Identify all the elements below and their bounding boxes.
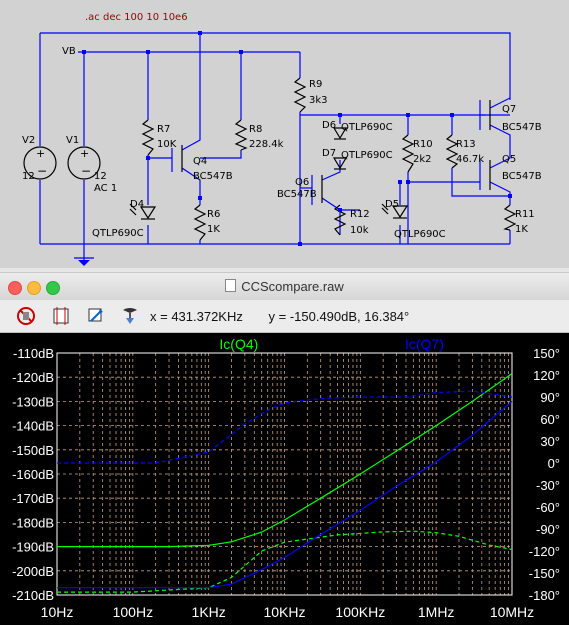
r8-value: 228.4k bbox=[249, 139, 284, 150]
schematic-symbols: + − + − bbox=[23, 31, 517, 246]
waveform-plot[interactable]: 10Hz 100Hz 1KHz 10KHz 100KHz 1MHz 10MHz -110dB -… bbox=[0, 333, 569, 625]
x-tick-label: 100KHz bbox=[335, 604, 385, 620]
y-left-tick-label: -150dB bbox=[12, 443, 54, 458]
y-left-tick-label: -210dB bbox=[12, 588, 54, 603]
v1-name: V1 bbox=[66, 135, 80, 146]
d4-name: D4 bbox=[130, 199, 145, 210]
r11-name: R11 bbox=[515, 209, 535, 220]
q4-name: Q4 bbox=[193, 156, 208, 167]
document-icon bbox=[225, 279, 237, 292]
r12-name: R12 bbox=[350, 209, 370, 220]
window-titlebar[interactable]: CCScompare.raw bbox=[0, 272, 569, 300]
d6-name: D6 bbox=[322, 120, 337, 131]
y-left-tick-label: -110dB bbox=[13, 346, 54, 361]
x-tick-label: 10Hz bbox=[41, 604, 74, 620]
y-left-tick-label: -140dB bbox=[12, 419, 54, 434]
legend-entry: Ic(Q4) bbox=[219, 336, 258, 352]
y-left-tick-label: -190dB bbox=[12, 540, 54, 555]
x-tick-label: 1MHz bbox=[418, 604, 455, 620]
q4-value: BC547B bbox=[193, 171, 233, 182]
resistor-r10[interactable] bbox=[401, 134, 415, 173]
d5-name: D5 bbox=[385, 199, 400, 210]
svg-text:−: − bbox=[81, 164, 91, 178]
q5-name: Q5 bbox=[502, 154, 517, 165]
y-right-tick-label: 150° bbox=[533, 346, 560, 361]
y-right-tick-label: -150° bbox=[529, 566, 560, 581]
r9-name: R9 bbox=[309, 79, 323, 90]
d5-value: QTLP690C bbox=[394, 229, 446, 240]
resistor-r7[interactable] bbox=[141, 119, 155, 156]
net-label-vb[interactable]: VB bbox=[62, 46, 76, 57]
zoom-icon[interactable] bbox=[86, 306, 106, 326]
d6-value: QTLP690C bbox=[341, 122, 393, 133]
bode-chart[interactable]: 10Hz 100Hz 1KHz 10KHz 100KHz 1MHz 10MHz -110dB -… bbox=[0, 333, 569, 625]
y-right-tick-label: 0° bbox=[548, 456, 560, 471]
r10-value: 2k2 bbox=[413, 154, 432, 165]
cursor-readout: x = 431.372KHz y = -150.490dB, 16.384° bbox=[150, 309, 431, 324]
v1-value: 12 bbox=[94, 171, 107, 182]
x-tick-label: 1KHz bbox=[192, 604, 226, 620]
r13-name: R13 bbox=[456, 139, 476, 150]
resistor-r9[interactable] bbox=[293, 77, 307, 113]
d7-name: D7 bbox=[322, 148, 337, 159]
v1-ac-value: AC 1 bbox=[94, 183, 118, 194]
y-right-tick-label: 60° bbox=[540, 412, 560, 427]
x-readout: x = 431.372KHz bbox=[150, 309, 243, 324]
r9-value: 3k3 bbox=[309, 95, 328, 106]
q7-name: Q7 bbox=[502, 104, 517, 115]
r11-value: 1K bbox=[515, 224, 528, 235]
series-magnitude-0 bbox=[57, 373, 513, 548]
y-right-tick-label: -120° bbox=[529, 544, 560, 559]
d7-value: QTLP690C bbox=[341, 150, 393, 161]
window-title: CCScompare.raw bbox=[0, 279, 569, 294]
r6-value: 1K bbox=[207, 224, 220, 235]
y-right-tick-label: -90° bbox=[536, 522, 560, 537]
q5-value: BC547B bbox=[502, 171, 542, 182]
x-tick-label: 10KHz bbox=[263, 604, 305, 620]
r8-name: R8 bbox=[249, 124, 263, 135]
legend-entry: Ic(Q7) bbox=[405, 336, 444, 352]
no-cursor-icon[interactable] bbox=[16, 306, 36, 326]
r7-name: R7 bbox=[157, 124, 171, 135]
y-right-tick-label: -30° bbox=[536, 478, 560, 493]
y-right-tick-label: 30° bbox=[540, 434, 560, 449]
autorange-icon[interactable] bbox=[51, 306, 71, 326]
v2-name: V2 bbox=[22, 135, 36, 146]
r13-value: 46.7k bbox=[456, 154, 485, 165]
y-right-tick-label: -60° bbox=[536, 500, 560, 515]
r12-value: 10k bbox=[350, 225, 369, 236]
svg-text:+: + bbox=[36, 147, 45, 160]
y-readout: y = -150.490dB, 16.384° bbox=[268, 309, 410, 324]
probe-icon[interactable] bbox=[120, 306, 140, 326]
y-left-tick-label: -200dB bbox=[12, 564, 54, 579]
y-left-tick-label: -120dB bbox=[12, 370, 54, 385]
y-right-tick-label: 90° bbox=[540, 390, 560, 405]
svg-text:+: + bbox=[80, 147, 89, 160]
q6-name: Q6 bbox=[295, 177, 310, 188]
q7-value: BC547B bbox=[502, 122, 542, 133]
svg-text:−: − bbox=[37, 164, 47, 178]
resistor-r6[interactable] bbox=[193, 204, 207, 241]
waveform-toolbar: x = 431.372KHz y = -150.490dB, 16.384° bbox=[0, 300, 569, 333]
q6-value: BC547B bbox=[277, 189, 317, 200]
y-right-tick-label: -180° bbox=[529, 588, 560, 603]
y-left-tick-label: -160dB bbox=[12, 467, 54, 482]
schematic-editor[interactable]: + − + − .ac dec 100 10 10e6 VB V2 12 V1 … bbox=[0, 0, 569, 268]
y-right-tick-label: 120° bbox=[533, 368, 560, 383]
r10-name: R10 bbox=[413, 139, 433, 150]
y-left-tick-label: -180dB bbox=[12, 515, 54, 530]
x-tick-label: 10MHz bbox=[490, 604, 534, 620]
x-tick-label: 100Hz bbox=[113, 604, 153, 620]
d4-value: QTLP690C bbox=[92, 228, 144, 239]
r6-name: R6 bbox=[207, 209, 221, 220]
r7-value: 10K bbox=[157, 139, 177, 150]
resistor-r11[interactable] bbox=[503, 204, 517, 231]
resistor-r8[interactable] bbox=[234, 119, 248, 151]
y-left-tick-label: -170dB bbox=[12, 491, 54, 506]
y-left-tick-label: -130dB bbox=[12, 394, 54, 409]
v2-value: 12 bbox=[22, 171, 35, 182]
sim-command[interactable]: .ac dec 100 10 10e6 bbox=[85, 12, 188, 23]
